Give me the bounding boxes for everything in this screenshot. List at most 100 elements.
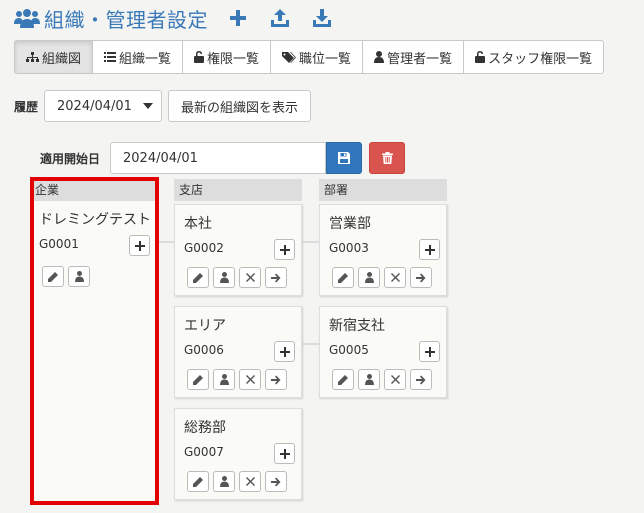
list-icon <box>104 52 117 62</box>
user-icon <box>219 374 229 385</box>
org-card-branch: エリア G0006 <box>174 306 302 398</box>
move-button[interactable] <box>265 471 287 492</box>
start-date-row: 適用開始日 2024/04/01 <box>40 142 406 174</box>
plus-icon <box>279 244 290 255</box>
tab-label: スタッフ権限一覧 <box>488 51 593 67</box>
edit-button[interactable] <box>332 369 354 390</box>
tab-label: 組織図 <box>42 51 82 67</box>
show-latest-org-chart-button[interactable]: 最新の組織図を表示 <box>168 90 312 122</box>
column-header-branch: 支店 <box>174 179 302 201</box>
org-actions <box>332 369 436 390</box>
edit-button[interactable] <box>187 369 209 390</box>
pencil-icon <box>193 272 203 283</box>
org-code: G0003 <box>329 241 369 255</box>
manager-button[interactable] <box>213 369 235 390</box>
save-button[interactable] <box>326 142 363 174</box>
tags-icon <box>282 51 297 63</box>
tab-label: 組織一覧 <box>119 51 172 67</box>
add-child-button[interactable] <box>419 239 440 260</box>
edit-button[interactable] <box>187 471 209 492</box>
manager-button[interactable] <box>213 267 235 288</box>
manager-button[interactable] <box>358 369 380 390</box>
remove-button[interactable] <box>239 267 261 288</box>
close-icon <box>390 375 400 384</box>
org-actions <box>187 267 291 288</box>
history-label: 履歴 <box>14 99 39 114</box>
plus-icon <box>230 10 246 26</box>
add-organization-button[interactable] <box>226 6 250 30</box>
close-icon <box>245 273 255 282</box>
tab-label: 管理者一覧 <box>387 51 453 67</box>
edit-button[interactable] <box>187 267 209 288</box>
delete-button[interactable] <box>369 142 406 174</box>
upload-icon <box>271 9 289 27</box>
save-icon <box>338 152 351 164</box>
view-tabs: 組織図 組織一覧 権限一覧 職位一覧 管理者一覧 スタッフ権限一覧 <box>14 40 605 74</box>
tab-org-list[interactable]: 組織一覧 <box>92 40 184 74</box>
pencil-icon <box>193 476 203 487</box>
edit-button[interactable] <box>42 266 64 287</box>
tree-connector <box>303 343 320 345</box>
plus-icon <box>424 244 435 255</box>
org-code: G0001 <box>39 237 79 251</box>
tab-org-chart[interactable]: 組織図 <box>14 40 94 74</box>
unlock-icon <box>194 51 205 63</box>
remove-button[interactable] <box>384 267 406 288</box>
user-icon <box>364 272 374 283</box>
org-code: G0007 <box>184 445 224 459</box>
plus-icon <box>279 346 290 357</box>
tab-label: 権限一覧 <box>207 51 260 67</box>
org-name: 新宿支社 <box>329 318 385 334</box>
org-name: 本社 <box>184 216 212 232</box>
tab-permission-list[interactable]: 権限一覧 <box>182 40 272 74</box>
arrow-right-icon <box>271 375 281 384</box>
add-child-button[interactable] <box>419 341 440 362</box>
arrow-right-icon <box>416 273 426 282</box>
remove-button[interactable] <box>384 369 406 390</box>
remove-button[interactable] <box>239 471 261 492</box>
tab-position-list[interactable]: 職位一覧 <box>270 40 364 74</box>
pencil-icon <box>48 271 58 282</box>
move-button[interactable] <box>265 267 287 288</box>
add-child-button[interactable] <box>274 443 295 464</box>
edit-button[interactable] <box>332 267 354 288</box>
pencil-icon <box>338 272 348 283</box>
org-card-branch: 本社 G0002 <box>174 204 302 296</box>
plus-icon <box>134 240 145 251</box>
manager-button[interactable] <box>213 471 235 492</box>
pencil-icon <box>193 374 203 385</box>
org-name: 営業部 <box>329 216 371 232</box>
tab-staff-permission-list[interactable]: スタッフ権限一覧 <box>463 40 605 74</box>
manager-button[interactable] <box>358 267 380 288</box>
remove-button[interactable] <box>239 369 261 390</box>
close-icon <box>245 375 255 384</box>
unlock-icon <box>475 51 486 63</box>
org-card-department: 新宿支社 G0005 <box>319 306 447 398</box>
history-selected-value: 2024/04/01 <box>57 98 132 114</box>
manager-button[interactable] <box>68 266 90 287</box>
tab-admin-list[interactable]: 管理者一覧 <box>362 40 465 74</box>
sitemap-icon <box>26 51 39 63</box>
add-child-button[interactable] <box>274 239 295 260</box>
move-button[interactable] <box>265 369 287 390</box>
add-child-button[interactable] <box>274 341 295 362</box>
arrow-right-icon <box>271 273 281 282</box>
org-card-branch: 総務部 G0007 <box>174 408 302 500</box>
plus-icon <box>424 346 435 357</box>
upload-button[interactable] <box>268 6 292 30</box>
org-name: ドレミングテスト <box>39 212 151 228</box>
history-select[interactable]: 2024/04/01 <box>44 90 163 122</box>
move-button[interactable] <box>410 369 432 390</box>
start-date-input[interactable]: 2024/04/01 <box>110 142 327 174</box>
add-child-button[interactable] <box>129 235 150 256</box>
close-icon <box>245 477 255 486</box>
org-actions <box>332 267 436 288</box>
user-icon <box>74 271 84 282</box>
pencil-icon <box>338 374 348 385</box>
move-button[interactable] <box>410 267 432 288</box>
org-actions <box>187 471 291 492</box>
tab-label: 職位一覧 <box>299 51 352 67</box>
org-actions <box>187 369 291 390</box>
download-button[interactable] <box>310 6 334 30</box>
org-actions <box>42 266 94 287</box>
